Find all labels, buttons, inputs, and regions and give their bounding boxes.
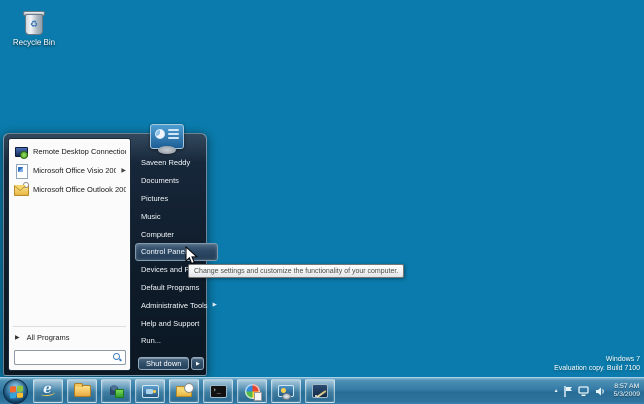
windows-logo-icon [10, 385, 23, 398]
menu-item-run[interactable]: Run... [135, 332, 218, 350]
volume-icon[interactable] [595, 386, 606, 397]
display-screen-icon [142, 385, 159, 398]
search-icon [113, 353, 122, 362]
start-search-box[interactable] [14, 350, 126, 365]
submenu-arrow-icon: ▶ [121, 167, 126, 174]
menu-item-help-support[interactable]: Help and Support [135, 314, 218, 332]
program-item-visio[interactable]: Microsoft Office Visio 2007 ▶ [9, 161, 130, 180]
program-item-outlook[interactable]: Microsoft Office Outlook 2007 [9, 180, 130, 199]
start-menu-programs-panel: Remote Desktop Connection Microsoft Offi… [8, 138, 131, 371]
search-input[interactable] [18, 352, 113, 363]
all-programs-button[interactable]: ▶ All Programs [9, 329, 130, 346]
taskbar-button-display-screen[interactable] [135, 379, 165, 403]
command-prompt-icon [210, 385, 227, 398]
taskbar-button-command-prompt[interactable] [203, 379, 233, 403]
taskbar-button-colorful-app[interactable] [237, 379, 267, 403]
desktop-icon-recycle-bin[interactable]: ♻ Recycle Bin [8, 8, 60, 47]
desktop-gadget-icon [278, 385, 294, 397]
evaluation-watermark: Windows 7 Evaluation copy. Build 7100 [554, 356, 640, 374]
taskbar-button-journal-pen[interactable] [305, 379, 335, 403]
colorful-pinwheel-icon [245, 384, 260, 399]
menu-item-pictures[interactable]: Pictures [135, 190, 218, 208]
menu-item-documents[interactable]: Documents [135, 172, 218, 190]
internet-explorer-icon [40, 383, 56, 399]
all-programs-arrow-icon: ▶ [15, 334, 20, 341]
taskbar-button-desktop-gadget[interactable] [271, 379, 301, 403]
outlook-icon [14, 183, 28, 197]
journal-pen-icon [312, 384, 328, 398]
menu-item-computer[interactable]: Computer [135, 225, 218, 243]
start-menu-places-panel: Saveen Reddy Documents Pictures Music Co… [135, 138, 219, 371]
mouse-cursor-icon [185, 246, 198, 270]
outlook-icon [176, 386, 192, 397]
action-center-flag-icon[interactable] [564, 386, 573, 397]
menu-item-user-name[interactable]: Saveen Reddy [135, 154, 218, 172]
avatar-lines-icon [168, 129, 179, 141]
recycle-bin-icon: ♻ [21, 8, 47, 36]
taskbar-button-user-accounts[interactable] [101, 379, 131, 403]
divider [13, 326, 126, 327]
submenu-arrow-icon: ▶ [213, 302, 217, 308]
shutdown-options-arrow[interactable]: ▶ [191, 357, 204, 370]
taskbar-button-outlook[interactable] [169, 379, 199, 403]
folder-icon [74, 385, 91, 397]
user-avatar[interactable] [150, 124, 184, 154]
show-hidden-icons-button[interactable]: ▲ [554, 388, 559, 394]
taskbar-clock[interactable]: 8:57 AM 5/3/2009 [611, 383, 640, 400]
remote-desktop-icon [14, 145, 28, 159]
taskbar-button-internet-explorer[interactable] [33, 379, 63, 403]
tooltip: Change settings and customize the functi… [188, 264, 404, 278]
recycle-bin-label: Recycle Bin [8, 38, 60, 47]
menu-item-administrative-tools[interactable]: Administrative Tools ▶ [135, 296, 218, 314]
network-icon[interactable] [578, 386, 590, 397]
shutdown-button[interactable]: Shut down [138, 357, 189, 370]
start-button[interactable] [3, 379, 28, 404]
avatar-pie-icon [155, 129, 165, 139]
taskbar: ▲ 8:57 AM 5/3/2009 [0, 377, 644, 404]
system-tray: ▲ 8:57 AM 5/3/2009 [554, 378, 644, 404]
start-menu: Remote Desktop Connection Microsoft Offi… [3, 133, 207, 376]
menu-item-default-programs[interactable]: Default Programs [135, 279, 218, 297]
menu-item-music[interactable]: Music [135, 207, 218, 225]
taskbar-button-windows-explorer[interactable] [67, 379, 97, 403]
program-item-remote-desktop[interactable]: Remote Desktop Connection [9, 142, 130, 161]
menu-item-control-panel[interactable]: Control Panel [135, 243, 218, 261]
user-accounts-icon [108, 384, 124, 398]
visio-icon [14, 164, 28, 178]
